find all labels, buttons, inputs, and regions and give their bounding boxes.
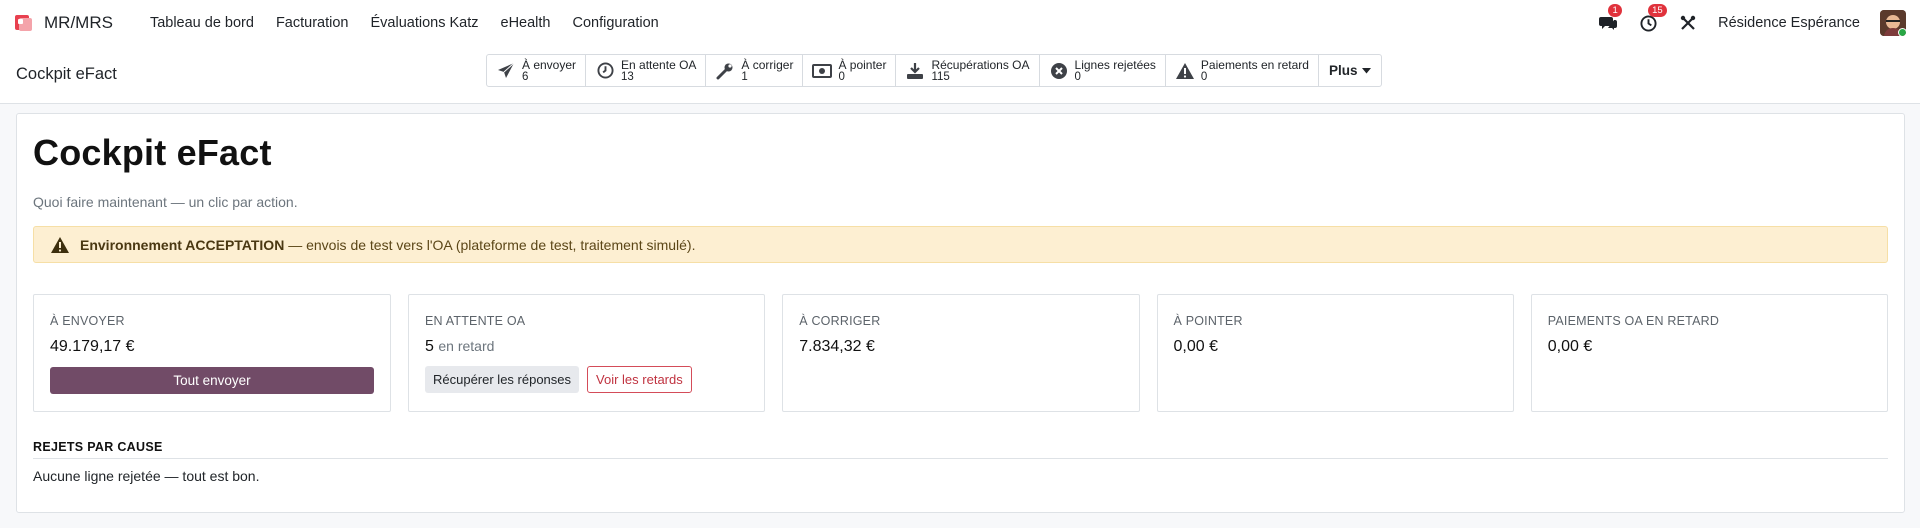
filter-count: 115 bbox=[931, 70, 950, 83]
rejects-section-title: REJETS PAR CAUSE bbox=[33, 440, 1888, 459]
activities-button[interactable]: 15 bbox=[1638, 4, 1667, 33]
filter-count: 0 bbox=[1200, 70, 1208, 83]
debug-tools-button[interactable] bbox=[1678, 13, 1698, 33]
user-avatar[interactable] bbox=[1880, 10, 1906, 36]
filter-label: Paiements en retard bbox=[1200, 57, 1309, 72]
view-delays-button[interactable]: Voir les retards bbox=[587, 366, 692, 393]
filter-count: 0 bbox=[838, 70, 845, 83]
brand-name: MR/MRS bbox=[44, 13, 113, 32]
main-menu: Tableau de bord Facturation Évaluations … bbox=[139, 15, 670, 31]
menu-item-dashboard[interactable]: Tableau de bord bbox=[139, 15, 265, 31]
activities-badge: 15 bbox=[1648, 4, 1667, 17]
page-title: Cockpit eFact bbox=[33, 132, 272, 173]
brand[interactable]: MR/MRS bbox=[14, 13, 113, 33]
filter-label: À corriger bbox=[741, 57, 794, 72]
paper-plane-icon bbox=[496, 61, 516, 81]
caret-down-icon bbox=[1361, 67, 1371, 73]
menu-item-ehealth[interactable]: eHealth bbox=[490, 15, 562, 31]
wrench-icon bbox=[715, 61, 735, 81]
alert-strong: Environnement ACCEPTATION bbox=[80, 236, 285, 253]
kpi-card-late-payments: PAIEMENTS OA EN RETARD 0,00 € bbox=[1530, 294, 1888, 412]
kpi-actions: Récupérer les réponses Voir les retards bbox=[425, 366, 748, 393]
app-logo-icon bbox=[14, 13, 34, 33]
kpi-label: À CORRIGER bbox=[799, 314, 881, 328]
more-label: Plus bbox=[1328, 63, 1358, 78]
messages-button[interactable]: 1 bbox=[1598, 4, 1623, 33]
clock-icon bbox=[1640, 14, 1657, 32]
page-subtitle: Quoi faire maintenant — un clic par acti… bbox=[33, 194, 298, 210]
filter-label: En attente OA bbox=[621, 57, 697, 72]
filter-label: Récupérations OA bbox=[931, 57, 1030, 72]
tools-icon bbox=[1680, 15, 1696, 30]
company-switcher[interactable]: Résidence Espérance bbox=[1718, 15, 1860, 31]
menu-item-katz[interactable]: Évaluations Katz bbox=[360, 15, 490, 31]
menu-item-configuration[interactable]: Configuration bbox=[562, 15, 670, 31]
more-dropdown-button[interactable]: Plus bbox=[1319, 55, 1381, 86]
breadcrumb: Cockpit eFact bbox=[16, 65, 117, 83]
download-icon bbox=[905, 61, 925, 81]
kpi-card-to-send: À ENVOYER 49.179,17 € Tout envoyer bbox=[33, 294, 391, 412]
online-status-dot bbox=[1898, 28, 1906, 36]
filter-count: 0 bbox=[1074, 70, 1081, 83]
kpi-value: 7.834,32 € bbox=[799, 338, 875, 355]
kpi-value: 0,00 € bbox=[1173, 338, 1218, 355]
filter-waiting-oa[interactable]: En attente OA 13 bbox=[586, 55, 707, 86]
kpi-cards: À ENVOYER 49.179,17 € Tout envoyer EN AT… bbox=[33, 294, 1888, 412]
filter-to-reconcile[interactable]: À pointer 0 bbox=[803, 55, 897, 86]
filter-to-send[interactable]: À envoyer 6 bbox=[487, 55, 587, 86]
kpi-card-to-correct: À CORRIGER 7.834,32 € bbox=[782, 294, 1140, 412]
alert-text: — envois de test vers l'OA (plateforme d… bbox=[284, 236, 696, 253]
menu-item-billing[interactable]: Facturation bbox=[265, 15, 360, 31]
kpi-value: 0,00 € bbox=[1547, 338, 1593, 355]
kpi-value: 49.179,17 € bbox=[50, 338, 135, 355]
filter-to-correct[interactable]: À corriger 1 bbox=[706, 55, 804, 86]
top-navbar: MR/MRS Tableau de bord Facturation Évalu… bbox=[0, 0, 1920, 46]
messages-badge: 1 bbox=[1608, 4, 1623, 17]
filter-label: À envoyer bbox=[522, 57, 577, 72]
kpi-label: PAIEMENTS OA EN RETARD bbox=[1547, 314, 1720, 328]
send-all-button[interactable]: Tout envoyer bbox=[50, 367, 374, 394]
kpi-value: 5 bbox=[425, 338, 434, 355]
filter-late-payments[interactable]: Paiements en retard 0 bbox=[1166, 55, 1319, 86]
clock-icon bbox=[595, 61, 615, 81]
systray: 1 15 Résidence Espérance bbox=[1598, 4, 1906, 36]
filter-rejected-lines[interactable]: Lignes rejetées 0 bbox=[1040, 55, 1166, 86]
filter-count: 13 bbox=[621, 70, 634, 83]
kpi-value-row: 5 en retard bbox=[425, 338, 748, 356]
times-circle-icon bbox=[1049, 61, 1069, 81]
warning-icon bbox=[1175, 61, 1195, 81]
filter-count: 1 bbox=[741, 70, 748, 83]
environment-alert: Environnement ACCEPTATION — envois de te… bbox=[33, 226, 1888, 263]
quick-filters: À envoyer 6 En attente OA 13 À corriger 1 À… bbox=[486, 54, 1382, 87]
kpi-label: À POINTER bbox=[1173, 314, 1243, 328]
control-panel: Cockpit eFact À envoyer 6 En attente OA 13… bbox=[0, 46, 1920, 104]
filter-label: À pointer bbox=[838, 57, 887, 72]
kpi-value-suffix: en retard bbox=[438, 338, 495, 354]
filter-oa-recoveries[interactable]: Récupérations OA 115 bbox=[896, 55, 1040, 86]
kpi-label: EN ATTENTE OA bbox=[425, 314, 526, 328]
filter-count: 6 bbox=[522, 70, 529, 83]
warning-icon bbox=[51, 236, 69, 253]
rejects-section-text: Aucune ligne rejetée — tout est bon. bbox=[33, 468, 260, 484]
filter-label: Lignes rejetées bbox=[1074, 57, 1156, 72]
kpi-label: À ENVOYER bbox=[50, 314, 125, 328]
kpi-card-to-reconcile: À POINTER 0,00 € bbox=[1156, 294, 1514, 412]
fetch-responses-button[interactable]: Récupérer les réponses bbox=[425, 366, 580, 393]
kpi-card-waiting-oa: EN ATTENTE OA 5 en retard Récupérer les … bbox=[408, 294, 766, 412]
money-icon bbox=[812, 61, 833, 81]
cockpit-card: Cockpit eFact Quoi faire maintenant — un… bbox=[16, 113, 1905, 513]
